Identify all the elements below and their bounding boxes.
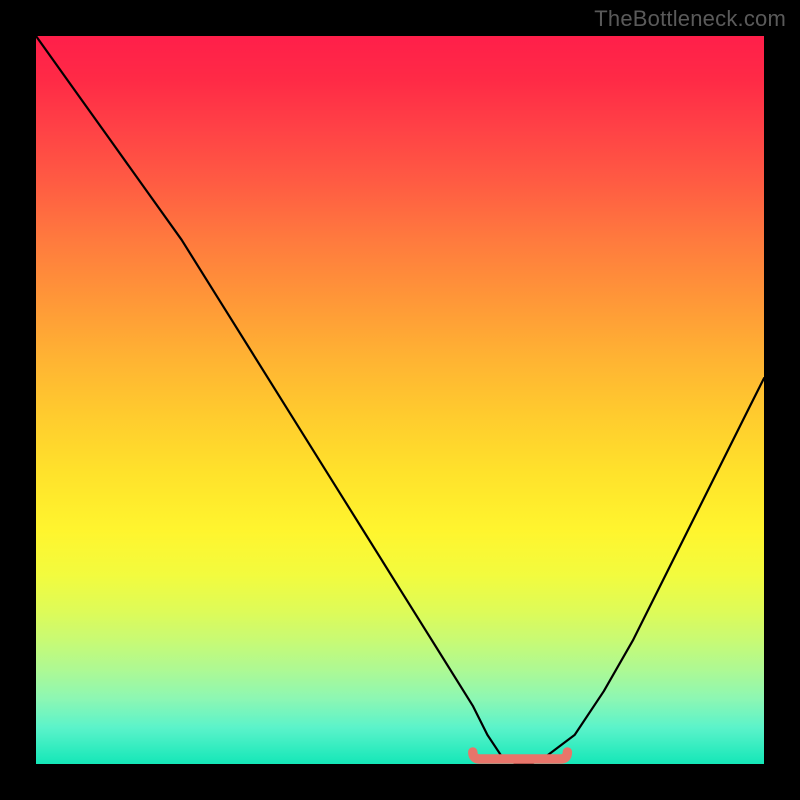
chart-frame: TheBottleneck.com (0, 0, 800, 800)
minimum-band-marker (473, 752, 568, 759)
bottleneck-curve (36, 36, 764, 764)
watermark-text: TheBottleneck.com (594, 6, 786, 32)
curve-svg (36, 36, 764, 764)
plot-area (36, 36, 764, 764)
